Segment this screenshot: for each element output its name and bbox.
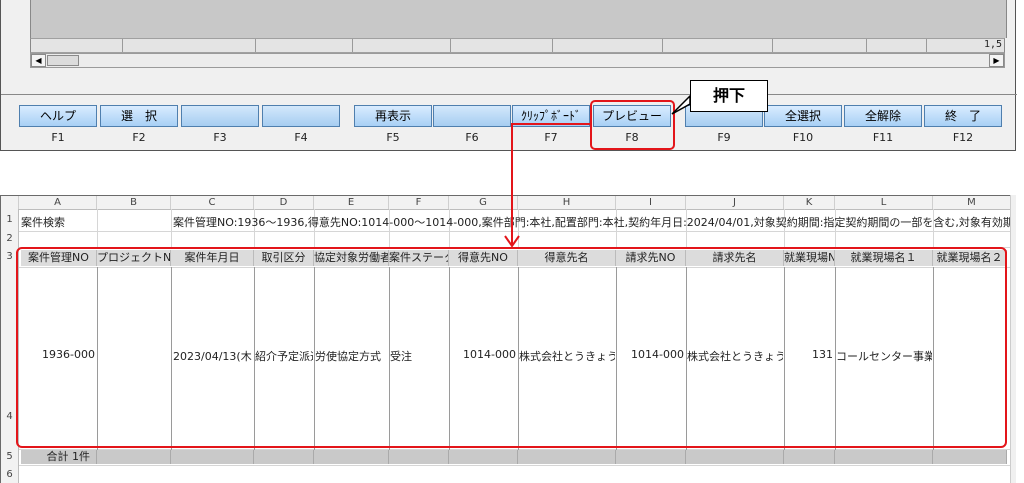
column-header[interactable]: I [616,196,686,209]
column-header[interactable]: C [171,196,254,209]
f9-key-label: F9 [717,131,731,144]
f6-button[interactable] [433,105,511,127]
column-header[interactable]: F [389,196,449,209]
row-header[interactable]: 2 [1,231,19,247]
horizontal-scrollbar[interactable]: ◀ ▶ [30,53,1005,68]
f11-key-label: F11 [872,131,894,144]
column-header[interactable]: G [449,196,518,209]
row-header[interactable]: 1 [1,209,19,231]
scroll-right-icon[interactable]: ▶ [989,54,1004,67]
f7-key-label: F7 [544,131,558,144]
grid-last-value: 1,5 [983,39,1002,50]
column-header[interactable]: H [518,196,616,209]
f6-key-label: F6 [465,131,479,144]
f5-key-label: F5 [386,131,400,144]
f12-key-label: F12 [952,131,974,144]
select-all-button[interactable]: 全選択 [764,105,842,127]
deselect-all-button[interactable]: 全解除 [844,105,922,127]
search-conditions-cell[interactable]: 案件管理NO:1936～1936,得意先NO:1014-000～1014-000… [173,214,1011,230]
f4-key-label: F4 [294,131,308,144]
select-all-corner[interactable] [1,196,19,209]
output-range-highlight [16,247,1007,448]
exit-button[interactable]: 終 了 [924,105,1002,127]
row-header[interactable]: 5 [1,449,19,465]
select-button[interactable]: 選 択 [100,105,178,127]
results-grid[interactable] [30,0,1007,38]
f2-key-label: F2 [132,131,146,144]
scroll-left-icon[interactable]: ◀ [31,54,46,67]
f1-key-label: F1 [51,131,65,144]
application-window: 1,5 ◀ ▶ [0,0,1017,151]
f3-key-label: F3 [213,131,227,144]
column-header[interactable]: E [314,196,389,209]
f10-key-label: F10 [792,131,814,144]
column-header[interactable]: J [686,196,784,209]
toolbar-divider [1,94,1017,95]
column-header[interactable]: A [19,196,97,209]
press-callout: 押下 [690,80,768,112]
scroll-thumb[interactable] [47,55,79,66]
row-header[interactable]: 6 [1,465,19,483]
vertical-scrollbar[interactable] [1010,195,1016,483]
grid-summary-row: 1,5 [30,38,1005,53]
column-header[interactable]: L [835,196,933,209]
f4-button[interactable] [262,105,340,127]
total-label-cell[interactable]: 合計 1件 [21,450,97,464]
column-header[interactable]: M [933,196,1011,209]
preview-button-highlight [590,100,675,150]
column-header-bar: A B C D E F G H I J K L M [1,196,1011,210]
help-button[interactable]: ヘルプ [19,105,97,127]
column-header[interactable]: B [97,196,171,209]
redisplay-button[interactable]: 再表示 [354,105,432,127]
clipboard-button[interactable]: ｸﾘｯﾌﾟﾎﾞｰﾄﾞ [512,105,590,127]
column-header[interactable]: D [254,196,314,209]
column-header[interactable]: K [784,196,835,209]
report-title-cell[interactable]: 案件検索 [21,214,65,230]
f3-button[interactable] [181,105,259,127]
